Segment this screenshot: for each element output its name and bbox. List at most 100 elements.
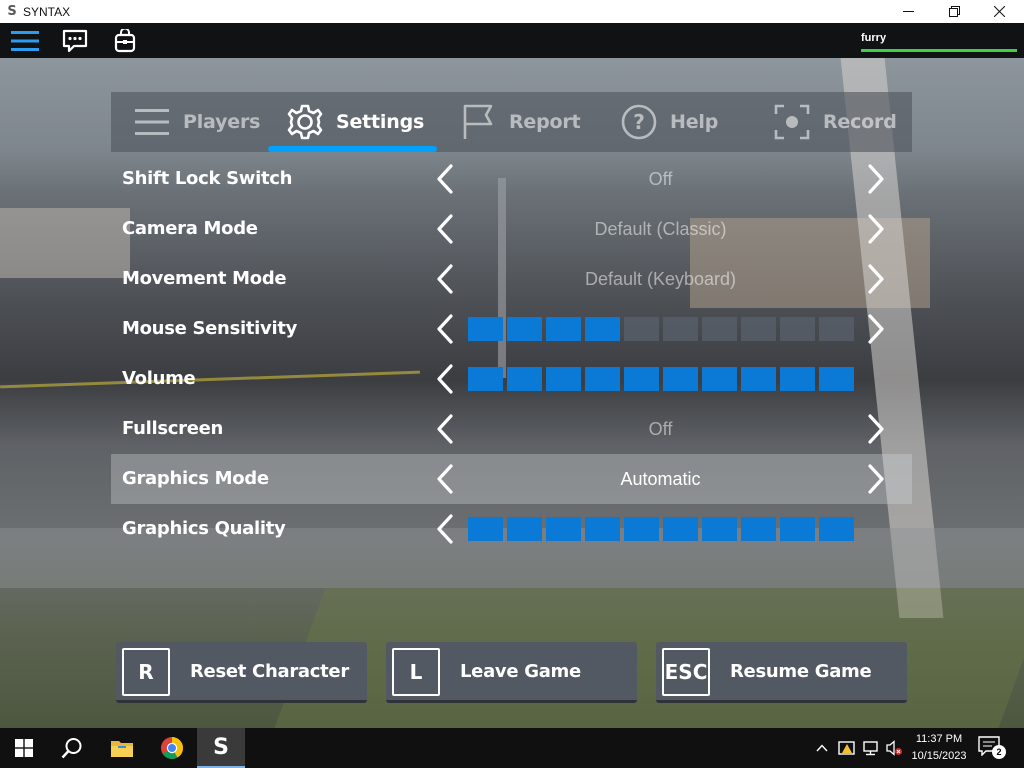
next-option-button[interactable] [860, 163, 892, 195]
leave-game-button[interactable]: L Leave Game [386, 642, 637, 703]
previous-option-button[interactable] [429, 163, 461, 195]
graphics-quality-slider[interactable] [468, 517, 856, 541]
volume-slider[interactable] [468, 367, 856, 391]
slider-step[interactable] [468, 317, 503, 341]
tab-settings-label: Settings [336, 111, 425, 133]
chevron-right-icon [868, 214, 884, 244]
minimize-button[interactable] [885, 0, 931, 23]
previous-option-button[interactable] [429, 463, 461, 495]
slider-step[interactable] [507, 367, 542, 391]
chevron-left-icon [437, 464, 453, 494]
chevron-left-icon [437, 264, 453, 294]
setting-value: Off [648, 419, 673, 439]
tab-players-label: Players [183, 111, 261, 133]
previous-option-button[interactable] [429, 213, 461, 245]
resume-game-button[interactable]: ESC Resume Game [656, 642, 907, 703]
previous-option-button[interactable] [429, 413, 461, 445]
decrease-button[interactable] [429, 513, 461, 545]
show-hidden-icons-button[interactable] [812, 738, 832, 758]
slider-step[interactable] [546, 517, 581, 541]
tab-record-label: Record [823, 111, 897, 133]
setting-row-graphics-quality: Graphics Quality [111, 504, 912, 554]
slider-step[interactable] [780, 317, 815, 341]
gear-icon [286, 103, 324, 141]
tab-record[interactable]: Record [773, 92, 897, 152]
next-option-button[interactable] [860, 213, 892, 245]
file-explorer-button[interactable] [98, 728, 146, 768]
setting-label: Camera Mode [122, 218, 258, 239]
slider-step[interactable] [624, 517, 659, 541]
setting-value: Off [648, 169, 673, 189]
setting-value: Default (Keyboard) [584, 269, 737, 289]
slider-step[interactable] [546, 367, 581, 391]
slider-step[interactable] [663, 517, 698, 541]
setting-label: Movement Mode [122, 268, 287, 289]
minimize-icon [902, 11, 914, 12]
flag-icon [459, 103, 497, 141]
players-icon [133, 103, 171, 141]
volume-tray-button[interactable] [884, 738, 904, 758]
next-option-button[interactable] [860, 413, 892, 445]
slider-step[interactable] [585, 517, 620, 541]
slider-step[interactable] [741, 367, 776, 391]
speaker-muted-icon [886, 740, 902, 756]
tab-players[interactable]: Players [133, 92, 260, 152]
slider-step[interactable] [702, 367, 737, 391]
slider-step[interactable] [741, 317, 776, 341]
tab-help-label: Help [670, 111, 719, 133]
chevron-right-icon [868, 314, 884, 344]
slider-step[interactable] [663, 317, 698, 341]
previous-option-button[interactable] [429, 263, 461, 295]
slider-step[interactable] [624, 317, 659, 341]
tab-help[interactable]: ? Help [620, 92, 718, 152]
slider-step[interactable] [663, 367, 698, 391]
chrome-button[interactable] [148, 728, 196, 768]
taskbar-clock[interactable]: 11:37 PM 10/15/2023 [906, 731, 972, 765]
slider-step[interactable] [507, 517, 542, 541]
slider-step[interactable] [702, 317, 737, 341]
increase-button[interactable] [860, 313, 892, 345]
slider-step[interactable] [819, 367, 854, 391]
slider-step[interactable] [624, 367, 659, 391]
taskbar-search-button[interactable] [48, 728, 96, 768]
tab-report-label: Report [509, 111, 581, 133]
slider-step[interactable] [780, 517, 815, 541]
decrease-button[interactable] [429, 363, 461, 395]
slider-step[interactable] [819, 517, 854, 541]
backpack-button[interactable] [110, 27, 140, 55]
start-button[interactable] [0, 728, 48, 768]
notification-center-button[interactable]: 2 [978, 736, 1008, 760]
syntax-app-button[interactable]: S [197, 728, 245, 768]
slider-step[interactable] [585, 367, 620, 391]
slider-step[interactable] [468, 367, 503, 391]
mouse-sensitivity-slider[interactable] [468, 317, 856, 341]
slider-step[interactable] [702, 517, 737, 541]
menu-icon [11, 31, 39, 51]
reset-character-button[interactable]: R Reset Character [116, 642, 367, 703]
syntax-app-icon: S [213, 734, 229, 760]
slider-step[interactable] [585, 317, 620, 341]
setting-row-shift-lock: Shift Lock Switch Off [111, 154, 912, 204]
restore-button[interactable] [931, 0, 977, 23]
slider-step[interactable] [546, 317, 581, 341]
close-button[interactable] [976, 0, 1022, 23]
slider-step[interactable] [780, 367, 815, 391]
slider-step[interactable] [468, 517, 503, 541]
slider-step[interactable] [819, 317, 854, 341]
next-option-button[interactable] [860, 263, 892, 295]
slider-step[interactable] [741, 517, 776, 541]
chevron-left-icon [437, 364, 453, 394]
network-tray-button[interactable] [861, 738, 881, 758]
clock-time: 11:37 PM [915, 733, 963, 745]
chat-button[interactable] [60, 27, 90, 55]
menu-button[interactable] [10, 27, 40, 55]
slider-step[interactable] [507, 317, 542, 341]
network-icon [863, 741, 878, 756]
decrease-button[interactable] [429, 313, 461, 345]
tab-settings[interactable]: Settings [286, 92, 424, 152]
next-option-button[interactable] [860, 463, 892, 495]
tab-report[interactable]: Report [459, 92, 581, 152]
setting-value: Automatic [620, 469, 701, 489]
security-tray-button[interactable] [837, 738, 857, 758]
chevron-left-icon [437, 314, 453, 344]
